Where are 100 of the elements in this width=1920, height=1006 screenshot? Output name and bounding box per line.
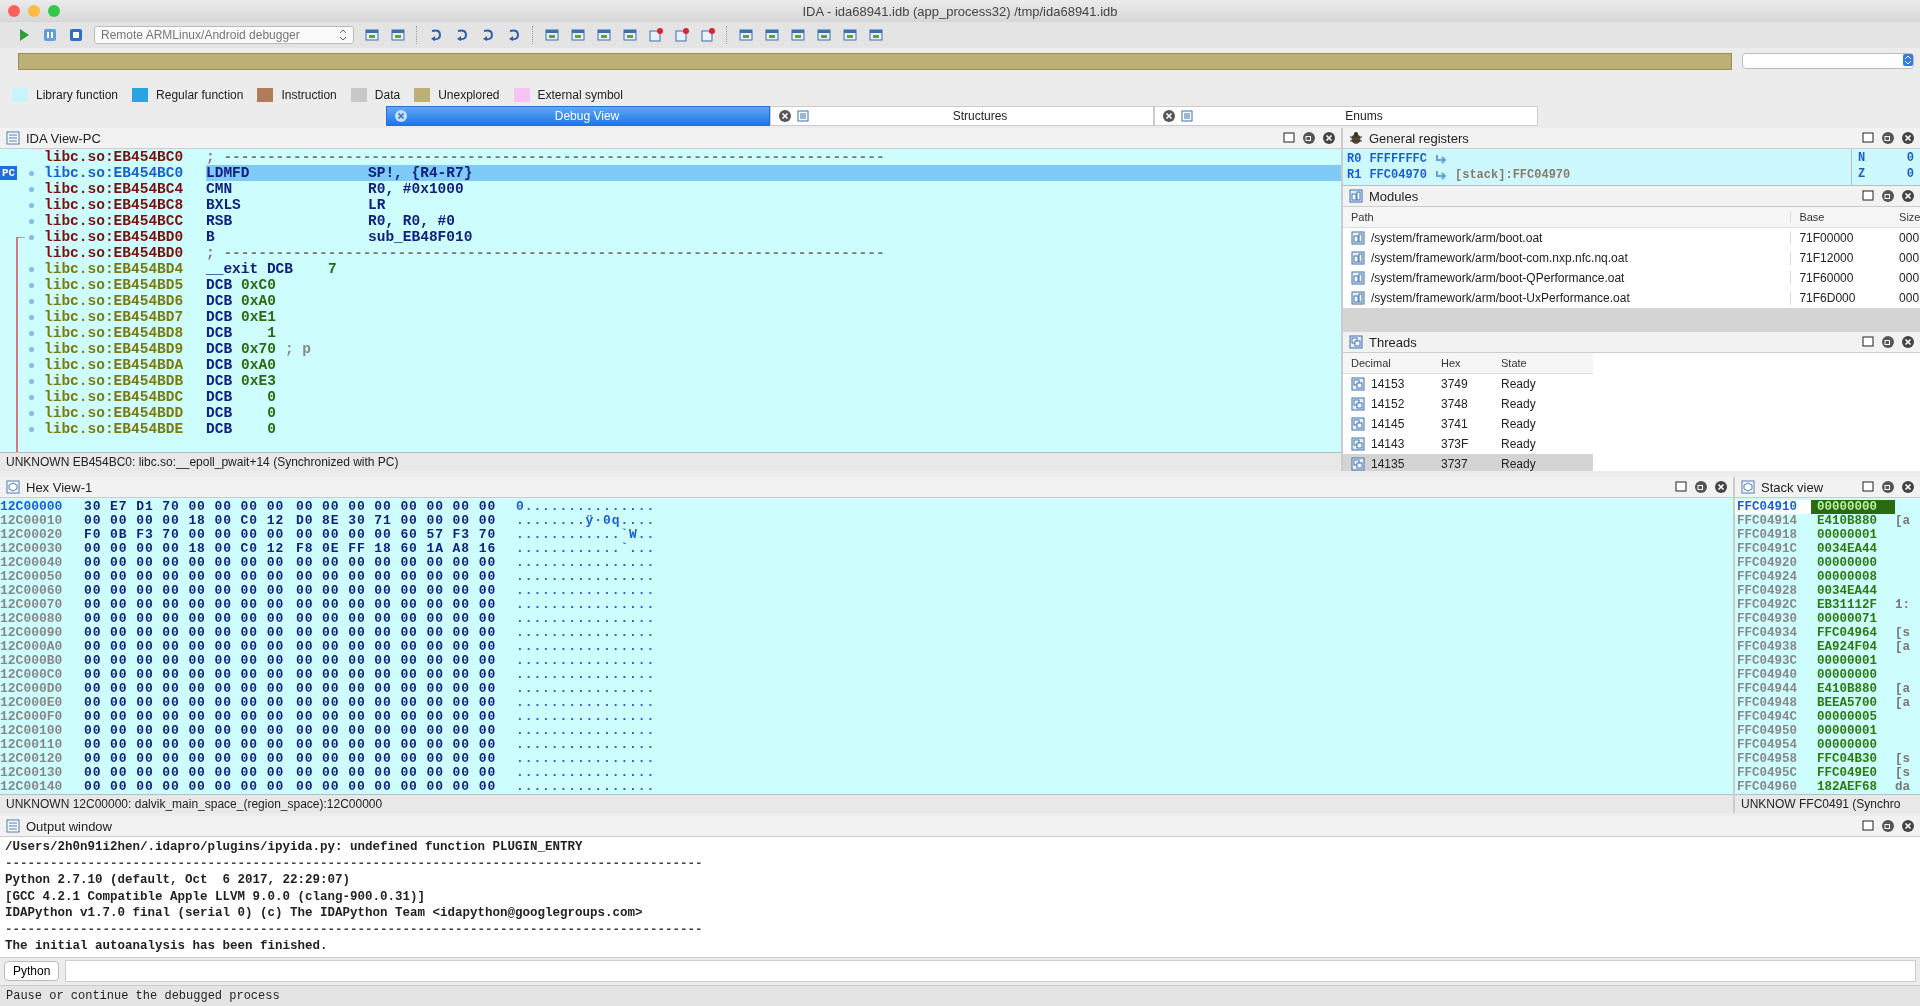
column-header[interactable]: Hex [1433,357,1493,369]
flag-value[interactable]: 0 [1906,167,1914,183]
column-header[interactable]: State [1493,357,1593,369]
column-header[interactable]: Base [1791,211,1892,223]
restore-icon[interactable] [1882,336,1894,348]
column-header[interactable]: Size [1891,211,1920,223]
breakpoint-dot[interactable] [29,315,34,320]
stop-icon[interactable] [68,27,84,43]
thread-row[interactable]: 14152 3748 Ready [1343,394,1593,414]
breakpoint-dot[interactable] [29,395,34,400]
navigation-band[interactable] [18,52,1732,70]
breakpoint-dot[interactable] [29,235,34,240]
maximize-icon[interactable] [1283,132,1295,144]
close-icon[interactable] [1902,820,1914,832]
breakpoint-icon[interactable] [700,27,716,43]
navigation-dropdown[interactable] [1742,53,1914,69]
window-icon[interactable] [868,27,884,43]
restore-icon[interactable] [1882,132,1894,144]
column-header[interactable]: Decimal [1343,357,1433,369]
code-line[interactable]: libc.so:EB454BD7 DCB 0xE1 [44,309,1341,325]
code-line[interactable]: libc.so:EB454BC8 BXLS LR [44,197,1341,213]
thread-row[interactable]: 14145 3741 Ready [1343,414,1593,434]
language-button[interactable]: Python [4,961,60,981]
window-icon[interactable] [790,27,806,43]
maximize-icon[interactable] [1675,481,1687,493]
register-value[interactable]: FFFFFFFC [1369,152,1427,166]
close-icon[interactable] [1902,132,1914,144]
close-icon[interactable] [1902,336,1914,348]
code-line[interactable]: libc.so:EB454BD5 DCB 0xC0 [44,277,1341,293]
caret-icon[interactable] [339,29,347,41]
restore-icon[interactable] [1695,481,1707,493]
code-line[interactable]: libc.so:EB454BD0 ; ---------------------------------------------------------------------------- [44,245,1341,261]
restore-icon[interactable] [1303,132,1315,144]
close-button[interactable] [8,5,20,17]
close-tab-icon[interactable] [395,110,407,122]
window-icon[interactable] [596,27,612,43]
window-icon[interactable] [764,27,780,43]
maximize-icon[interactable] [1862,190,1874,202]
breakpoint-dot[interactable] [29,283,34,288]
breakpoint-dot[interactable] [29,379,34,384]
breakpoint-dot[interactable] [29,363,34,368]
code-line[interactable]: libc.so:EB454BD9 DCB 0x70 ; p [44,341,1341,357]
tab[interactable]: Structures [770,106,1154,126]
maximize-icon[interactable] [1862,481,1874,493]
breakpoint-icon[interactable] [674,27,690,43]
dropdown-arrow-icon[interactable] [1903,54,1913,66]
code-line[interactable]: libc.so:EB454BD6 DCB 0xA0 [44,293,1341,309]
column-header[interactable]: Path [1343,211,1792,223]
breakpoint-dot[interactable] [29,171,34,176]
breakpoint-dot[interactable] [29,411,34,416]
code-line[interactable]: libc.so:EB454BD0 B sub_EB48F010 [44,229,1341,245]
pause-icon[interactable] [42,27,58,43]
flag-value[interactable]: 0 [1906,151,1914,167]
breakpoint-dot[interactable] [29,219,34,224]
command-field[interactable] [65,960,1916,982]
code-line[interactable]: libc.so:EB454BDC DCB 0 [44,389,1341,405]
close-icon[interactable] [1902,481,1914,493]
window-icon[interactable] [390,27,406,43]
window-icon[interactable] [622,27,638,43]
maximize-icon[interactable] [1862,132,1874,144]
maximize-icon[interactable] [1862,820,1874,832]
window-icon[interactable] [544,27,560,43]
code-line[interactable]: libc.so:EB454BDD DCB 0 [44,405,1341,421]
window-icon[interactable] [816,27,832,43]
code-line[interactable]: libc.so:EB454BD8 DCB 1 [44,325,1341,341]
breakpoint-dot[interactable] [29,347,34,352]
maximize-icon[interactable] [1862,336,1874,348]
debugger-dropdown[interactable]: Remote ARMLinux/Android debugger [94,26,354,44]
table-cell-text: 373F [1440,437,1470,451]
close-tab-icon[interactable] [779,110,791,122]
breakpoint-dot[interactable] [29,267,34,272]
thread-row[interactable]: 14153 3749 Ready [1343,374,1593,394]
code-line[interactable]: libc.so:EB454BDA DCB 0xA0 [44,357,1341,373]
window-icon[interactable] [570,27,586,43]
thread-row[interactable]: 14143 373F Ready [1343,434,1593,454]
restore-icon[interactable] [1882,481,1894,493]
close-icon[interactable] [1902,190,1914,202]
breakpoint-dot[interactable] [29,187,34,192]
close-tab-icon[interactable] [1163,110,1175,122]
breakpoint-icon[interactable] [648,27,664,43]
breakpoint-dot[interactable] [29,299,34,304]
code-line[interactable]: libc.so:EB454BC4 CMN R0, #0x1000 [44,181,1341,197]
close-icon[interactable] [1715,481,1727,493]
breakpoint-dot[interactable] [29,331,34,336]
breakpoint-dot[interactable] [29,427,34,432]
code-line[interactable]: libc.so:EB454BD4 __exit DCB 7 [44,261,1341,277]
thread-row[interactable]: 14135 3737 Ready [1343,454,1593,471]
close-icon[interactable] [1323,132,1335,144]
window-icon[interactable] [364,27,380,43]
restore-icon[interactable] [1882,190,1894,202]
code-line[interactable]: libc.so:EB454BCC RSB R0, R0, #0 [44,213,1341,229]
breakpoint-dot[interactable] [29,203,34,208]
code-line[interactable]: libc.so:EB454BC0 ; ---------------------------------------------------------------------------- [44,149,1341,165]
window-icon[interactable] [738,27,754,43]
window-icon[interactable] [842,27,858,43]
tab[interactable]: Enums [1154,106,1538,126]
restore-icon[interactable] [1882,820,1894,832]
code-line[interactable]: libc.so:EB454BDB DCB 0xE3 [44,373,1341,389]
code-line[interactable]: libc.so:EB454BDE DCB 0 [44,421,1341,437]
register-value[interactable]: FFC04970 [1369,168,1427,182]
